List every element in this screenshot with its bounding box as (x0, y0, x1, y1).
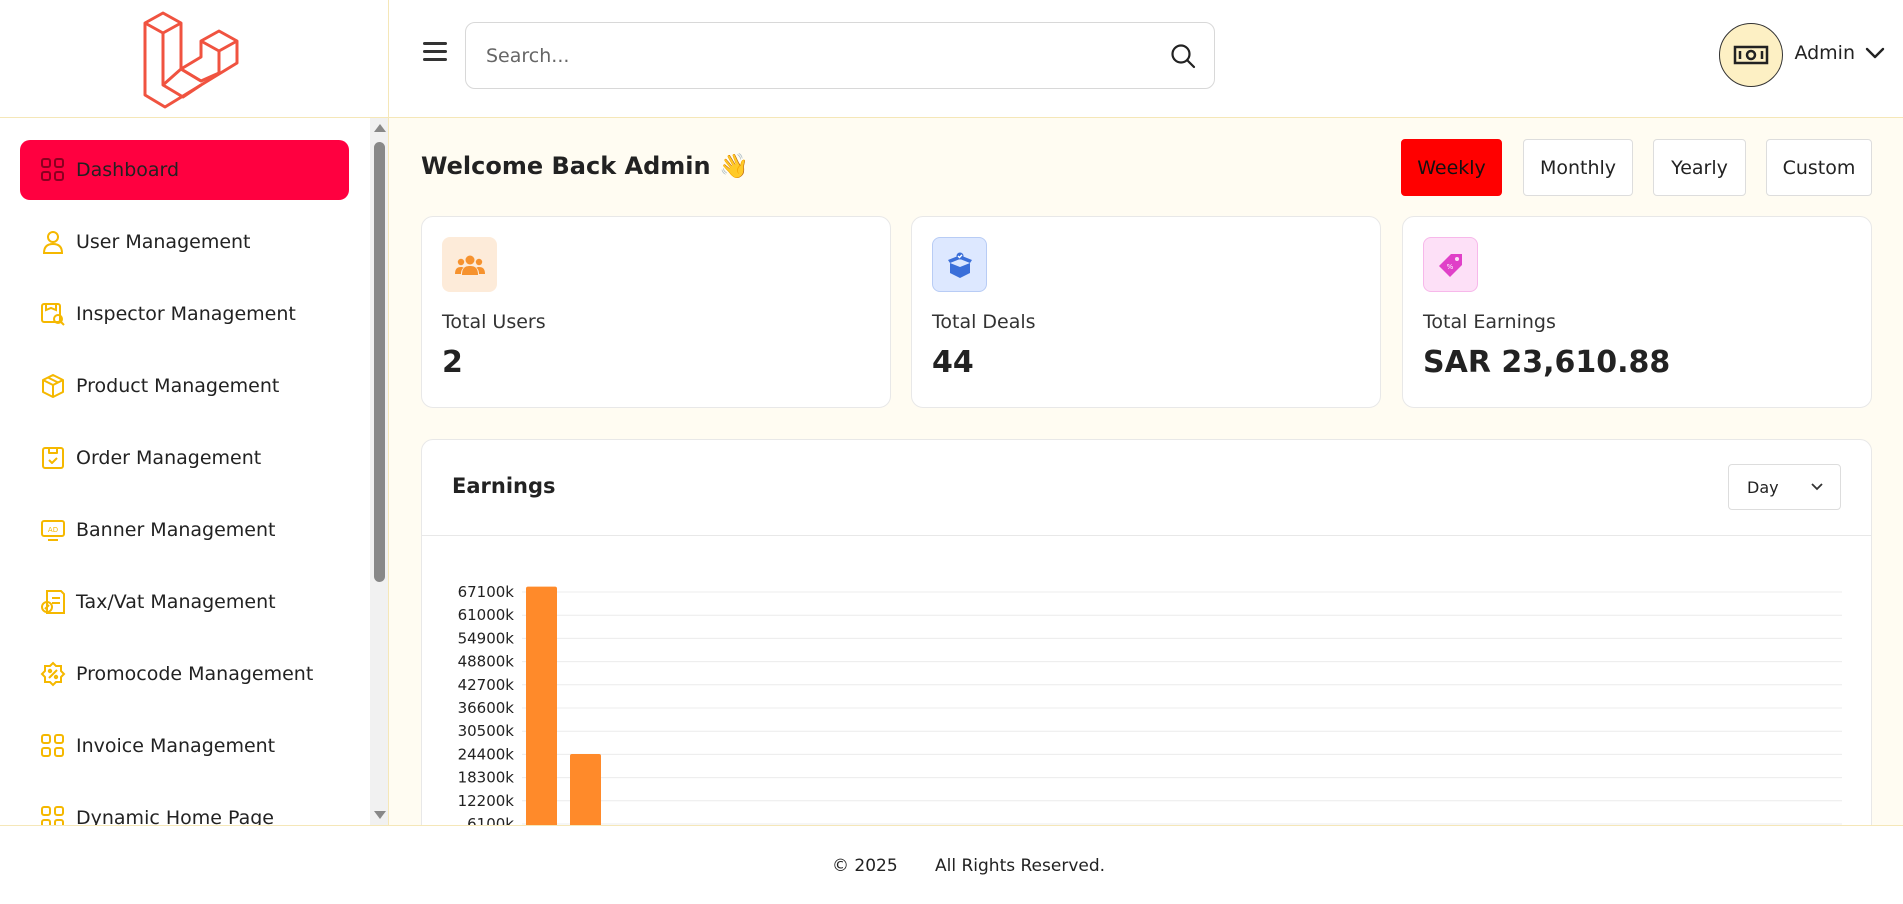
grid-icon (41, 158, 64, 181)
search-input[interactable] (486, 23, 1146, 88)
y-tick-label: 42700k (458, 676, 515, 694)
stat-card-total-deals: Total Deals 44 (911, 216, 1381, 408)
sidebar-item-label: Promocode Management (76, 663, 314, 685)
top-bar: Admin (389, 0, 1903, 118)
welcome-heading: Welcome Back Admin 👋 (421, 152, 749, 180)
scroll-up-arrow-icon[interactable] (374, 124, 386, 132)
sidebar-item-label: Banner Management (76, 519, 276, 541)
stat-label: Total Earnings (1423, 311, 1556, 333)
stat-value: 2 (442, 345, 463, 380)
stat-value: SAR 23,610.88 (1423, 345, 1671, 380)
chevron-down-icon (1865, 47, 1885, 59)
search-icon[interactable] (1170, 43, 1196, 69)
period-monthly-button[interactable]: Monthly (1523, 139, 1633, 196)
grid-icon (41, 734, 64, 757)
user-name: Admin (1794, 42, 1855, 64)
stat-icon-box (442, 237, 497, 292)
sidebar-item-invoice-management[interactable]: Invoice Management (20, 716, 349, 776)
sidebar-item-tax-vat-management[interactable]: Tax/Vat Management (20, 572, 349, 632)
sidebar-item-label: User Management (76, 231, 251, 253)
price-tag-icon: % (1438, 253, 1462, 277)
y-tick-label: 36600k (458, 699, 515, 717)
footer: © 2025 All Rights Reserved. (0, 825, 1903, 904)
period-custom-button[interactable]: Custom (1766, 139, 1872, 196)
sidebar-item-order-management[interactable]: Order Management (20, 428, 349, 488)
tax-icon (41, 590, 65, 614)
sidebar-item-promocode-management[interactable]: Promocode Management (20, 644, 349, 704)
y-tick-label: 12200k (458, 792, 515, 810)
inspector-icon (41, 303, 65, 326)
chart-bar[interactable] (526, 586, 557, 839)
scrollbar-thumb[interactable] (374, 142, 385, 582)
scroll-down-arrow-icon[interactable] (374, 811, 386, 819)
y-tick-label: 54900k (458, 629, 515, 647)
sidebar-item-banner-management[interactable]: AD Banner Management (20, 500, 349, 560)
stat-card-total-users: Total Users 2 (421, 216, 891, 408)
sidebar-item-label: Product Management (76, 375, 280, 397)
stat-value: 44 (932, 345, 974, 380)
user-icon (42, 231, 64, 254)
logo-area (0, 0, 389, 118)
footer-copyright: © 2025 (832, 856, 898, 876)
stat-label: Total Users (442, 311, 546, 333)
sidebar: Dashboard User Management Inspector Mana… (0, 118, 389, 825)
stat-card-total-earnings: % Total Earnings SAR 23,610.88 (1402, 216, 1872, 408)
search-box (465, 22, 1215, 89)
sidebar-item-label: Inspector Management (76, 303, 296, 325)
sidebar-item-user-management[interactable]: User Management (20, 212, 349, 272)
users-icon (454, 255, 485, 275)
y-tick-label: 24400k (458, 745, 515, 763)
sidebar-item-label: Dashboard (76, 159, 180, 181)
period-weekly-button[interactable]: Weekly (1401, 139, 1502, 196)
promocode-icon (40, 661, 66, 687)
stat-label: Total Deals (932, 311, 1036, 333)
footer-rights: All Rights Reserved. (935, 856, 1106, 876)
period-yearly-button[interactable]: Yearly (1653, 139, 1746, 196)
user-menu[interactable]: Admin (1794, 42, 1885, 64)
money-icon (1733, 45, 1769, 65)
banner-icon: AD (41, 520, 65, 541)
range-select[interactable]: Day (1728, 464, 1841, 510)
earnings-chart: 67100k 61000k 54900k 48800k 42700k 36600k 3050… (458, 583, 1842, 839)
sidebar-item-inspector-management[interactable]: Inspector Management (20, 284, 349, 344)
svg-text:%: % (1446, 263, 1453, 271)
grid-icon (41, 806, 64, 825)
earnings-title: Earnings (452, 474, 556, 498)
sidebar-item-label: Tax/Vat Management (76, 591, 276, 613)
sidebar-item-dashboard[interactable]: Dashboard (20, 140, 349, 200)
svg-text:AD: AD (48, 526, 58, 534)
y-tick-label: 67100k (458, 583, 515, 601)
y-tick-label: 61000k (458, 606, 515, 624)
earnings-card: Earnings Day 67100k 61000k 54900k 48800k 427… (421, 439, 1872, 839)
menu-toggle-icon[interactable] (423, 42, 447, 62)
stat-icon-box (932, 237, 987, 292)
laravel-logo-icon[interactable] (143, 7, 245, 111)
order-icon (42, 447, 64, 469)
avatar[interactable] (1719, 23, 1783, 87)
y-tick-label: 48800k (458, 653, 515, 671)
y-tick-label: 18300k (458, 769, 515, 787)
y-tick-label: 30500k (458, 722, 515, 740)
box-icon (42, 374, 64, 398)
sidebar-item-label: Order Management (76, 447, 262, 469)
sidebar-item-label: Invoice Management (76, 735, 276, 757)
sidebar-item-dynamic-home-page[interactable]: Dynamic Home Page (20, 788, 349, 825)
sidebar-scrollbar[interactable] (370, 118, 388, 825)
range-select-value: Day (1747, 477, 1779, 497)
deal-box-icon (947, 252, 972, 278)
sidebar-item-product-management[interactable]: Product Management (20, 356, 349, 416)
sidebar-item-label: Dynamic Home Page (76, 807, 274, 825)
stat-icon-box: % (1423, 237, 1478, 292)
chevron-down-icon (1811, 483, 1823, 491)
